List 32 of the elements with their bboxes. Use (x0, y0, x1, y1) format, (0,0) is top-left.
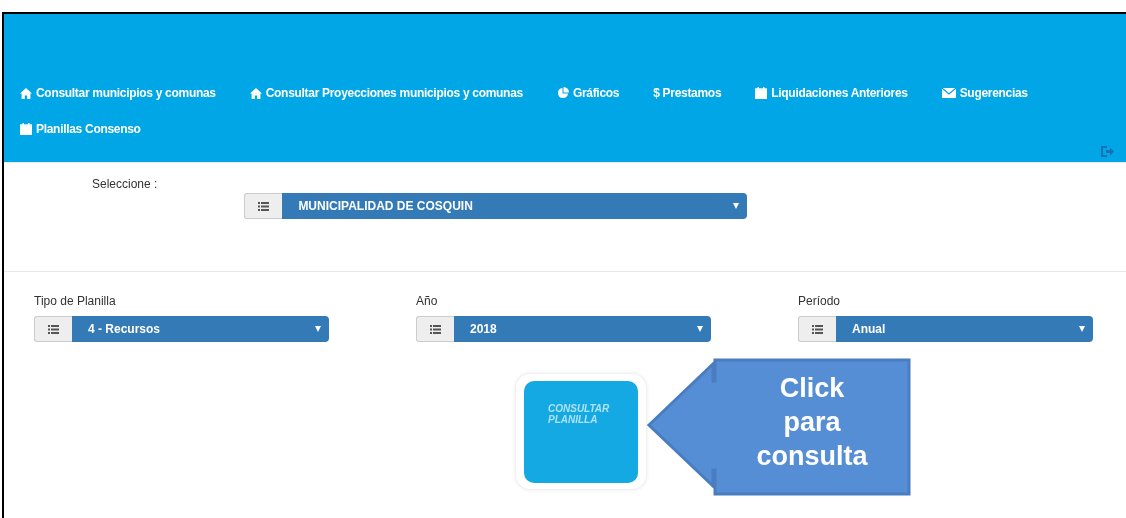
field-label: Seleccione : (92, 177, 158, 193)
select-field[interactable]: 2018 (454, 316, 711, 342)
envelope-icon (941, 88, 956, 98)
nav-link[interactable]: Consultar Proyecciones municipios y comunas (249, 84, 523, 102)
field-label: Período (798, 294, 842, 308)
calendar-icon (20, 123, 32, 135)
list-icon (798, 316, 836, 342)
pie-chart-icon (556, 87, 569, 99)
home-icon (20, 87, 32, 99)
nav-link[interactable]: Planillas Consenso (20, 120, 141, 138)
list-icon (244, 193, 283, 219)
consult-button[interactable]: CONSULTAR PLANILLA (524, 380, 638, 483)
select-field[interactable]: MUNICIPALIDAD DE COSQUIN (282, 193, 748, 219)
nav-link[interactable]: Liquidaciones Anteriores (755, 84, 908, 102)
callout-text: Click para consulta (755, 372, 869, 473)
list-icon (416, 316, 454, 342)
field-label: Tipo de Planilla (34, 294, 117, 308)
nav-link[interactable]: Sugerencias (941, 84, 1028, 102)
caret-icon (1079, 326, 1085, 332)
nav-link[interactable]: Gráficos (556, 84, 620, 102)
nav-link[interactable]: $ Prestamos (653, 84, 722, 102)
home-icon (249, 87, 262, 99)
logout-icon[interactable] (1100, 145, 1114, 158)
caret-icon (697, 326, 703, 332)
field-label: Año (416, 294, 439, 308)
caret-icon (733, 203, 740, 209)
caret-icon (315, 326, 321, 332)
select-field[interactable]: Anual (836, 316, 1093, 342)
nav-link[interactable]: Consultar municipios y comunas (20, 84, 216, 102)
select-field[interactable]: 4 - Recursos (72, 316, 329, 342)
list-icon (34, 316, 72, 342)
calendar-icon (755, 87, 768, 99)
